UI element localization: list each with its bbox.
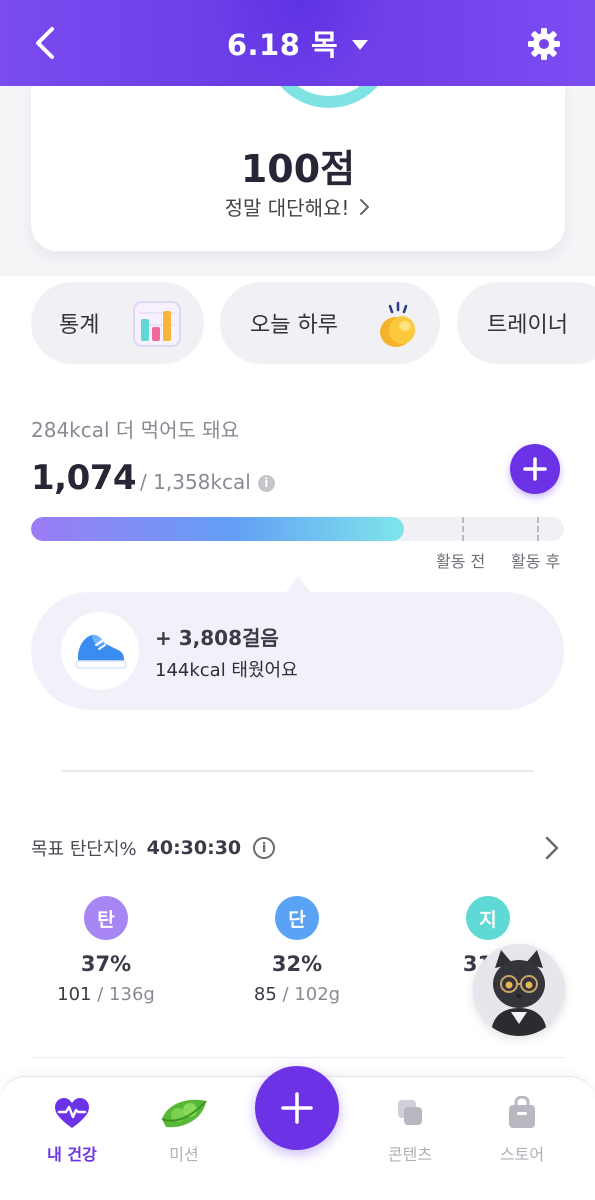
remaining-kcal-text: 284kcal 더 먹어도 돼요 [31,418,240,442]
plus-icon [523,457,547,481]
marker-before-activity [462,517,464,541]
fat-badge: 지 [466,896,510,940]
nav-my-health[interactable]: 내 건강 [22,1091,122,1165]
steps-burned: 144kcal 태웠어요 [155,660,298,681]
nav-store[interactable]: 스토어 [472,1091,572,1165]
date-selector[interactable]: 6.18 목 [0,22,595,64]
protein-percent: 32% [271,952,323,976]
cat-avatar-icon [473,944,565,1036]
quick-menu: 통계 오늘 하루 트레이너 [0,276,595,376]
score-card[interactable]: 100점 정말 대단해요! [31,86,565,251]
top-app-bar: 6.18 목 [0,0,595,86]
carbs-badge: 탄 [84,896,128,940]
chip-today-label: 오늘 하루 [250,313,338,338]
clapping-hands-icon [380,301,415,347]
chip-trainer[interactable]: 트레이너 [457,282,595,364]
protein-target: / 102g [282,984,341,1005]
macro-label: 목표 탄단지% [31,839,137,860]
pea-pod-icon [161,1099,207,1128]
sneaker-icon [75,634,127,669]
carbs-current: 101 [57,984,92,1005]
steps-card[interactable]: + 3,808걸음 144kcal 태웠어요 [31,592,564,710]
gear-icon [528,28,560,60]
chip-today[interactable]: 오늘 하루 [220,282,440,364]
steps-pointer [286,576,310,592]
marker-before-label: 활동 전 [436,552,486,571]
protein-current: 85 [253,984,277,1005]
add-meal-button[interactable] [510,444,560,494]
nav-contents-label: 콘텐츠 [387,1145,433,1164]
carbs-target: / 136g [97,984,155,1005]
kcal-progress-fill [31,517,405,541]
chevron-right-icon [545,836,559,860]
settings-button[interactable] [522,22,566,66]
bar-chart-icon [133,301,181,347]
nav-store-label: 스토어 [499,1145,545,1164]
nav-mission-label: 미션 [169,1145,199,1164]
protein-amount: 85 / 102g [222,984,372,1005]
score-ring [264,86,394,108]
score-message: 정말 대단해요! [224,196,350,220]
chevron-right-icon [360,198,370,215]
chip-stats[interactable]: 통계 [31,282,204,364]
score-message-link[interactable]: 정말 대단해요! [31,192,565,221]
plus-icon [281,1092,313,1124]
carbs-percent: 37% [80,952,132,976]
carbs-amount: 101 / 136g [31,984,181,1005]
marker-after-activity [537,517,539,541]
macro-detail-button[interactable] [540,834,564,862]
macro-protein: 단 32% 85 / 102g [222,896,372,1005]
nav-mission[interactable]: 미션 [134,1091,234,1165]
cat-assistant-button[interactable] [473,944,565,1036]
shoe-avatar [61,612,139,690]
stacked-cards-icon [398,1100,422,1125]
date-title: 6.18 목 [226,28,339,62]
section-divider [61,770,534,772]
macro-ratio: 40:30:30 [146,837,242,859]
chip-stats-label: 통계 [59,313,100,338]
macro-info-icon[interactable]: i [253,837,276,859]
goal-kcal: / 1,358kcal [140,470,251,494]
content-divider [31,1057,564,1058]
macro-header: 목표 탄단지% 40:30:30 i [31,835,276,861]
heart-pulse-icon [55,1098,89,1128]
nav-contents[interactable]: 콘텐츠 [360,1091,460,1165]
marker-after-label: 활동 후 [511,552,561,571]
protein-badge: 단 [275,896,319,940]
steps-count: + 3,808걸음 [155,626,279,650]
macro-carbs: 탄 37% 101 / 136g [31,896,181,1005]
daily-score: 100점 [240,147,356,191]
caret-down-icon [352,40,369,50]
add-record-fab[interactable] [255,1066,339,1150]
shopping-bag-icon [509,1096,535,1128]
kcal-summary: 1,074 / 1,358kcal i [31,458,275,498]
info-icon[interactable]: i [257,474,275,492]
nav-my-health-label: 내 건강 [47,1145,97,1164]
eaten-kcal: 1,074 [31,458,137,498]
chip-trainer-label: 트레이너 [487,313,568,338]
kcal-progress-bar [31,517,564,541]
